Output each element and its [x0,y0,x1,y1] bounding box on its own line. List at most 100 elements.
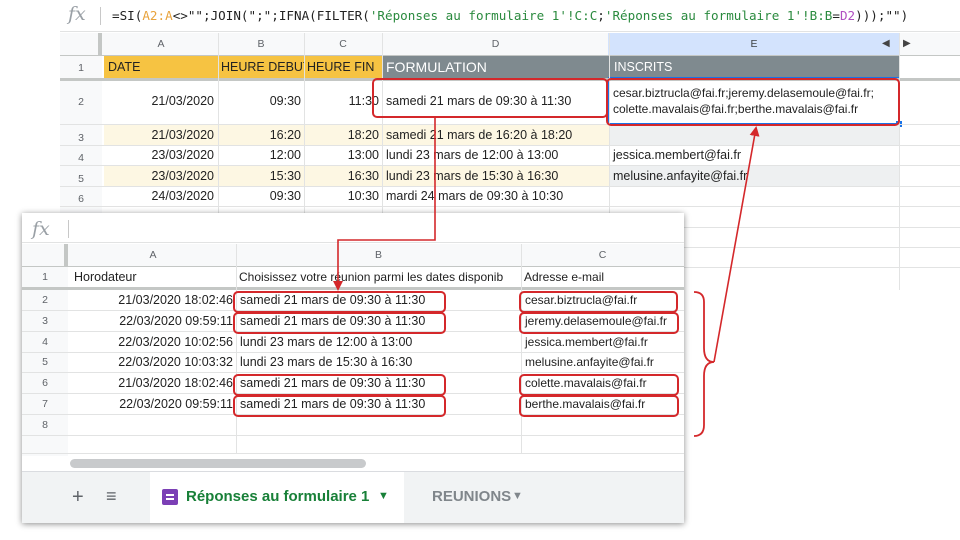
grid-line [60,186,960,187]
sheet-tab-bar: + ≡ Réponses au formulaire 1 ▼ REUNIONS … [22,471,684,523]
annotation-box-choice [233,374,446,396]
column-header-a[interactable]: A [70,249,236,263]
row-number[interactable]: 2 [60,96,102,110]
header-horodateur[interactable]: Horodateur [70,271,236,287]
responses-sheet: fx A B C 1 2 3 4 5 6 7 8 Horodateur Choi… [22,213,684,523]
all-sheets-icon[interactable]: ≡ [106,486,117,507]
header-choice[interactable]: Choisissez votre réunion parmi les dates… [236,271,521,287]
cell-timestamp[interactable]: 22/03/2020 10:03:32 [70,356,236,372]
chevron-down-icon[interactable]: ▼ [512,490,523,502]
grid-line [22,266,684,267]
cell-timestamp[interactable]: 21/03/2020 18:02:46 [70,377,236,393]
tab-reponses-formulaire[interactable]: Réponses au formulaire 1 ▼ [150,472,404,523]
column-header-e-label[interactable]: E [609,38,899,52]
cell-date[interactable]: 24/03/2020 [104,190,218,206]
grid-line [60,145,960,146]
column-header-b[interactable]: B [218,38,304,52]
grid-line [521,244,522,454]
cell-formulation[interactable]: samedi 21 mars de 16:20 à 18:20 [382,129,609,145]
formula-part: ; [597,8,605,23]
formula-part: =SI( [112,8,143,23]
cell-end[interactable]: 16:30 [304,170,382,186]
row-number[interactable]: 6 [22,377,68,391]
row-number[interactable]: 2 [22,294,68,308]
cell-end[interactable]: 10:30 [304,190,382,206]
cell-end[interactable]: 18:20 [304,129,382,145]
cell-end[interactable]: 11:30 [304,78,382,124]
cell-start[interactable]: 12:00 [218,149,304,165]
tab-reunions[interactable]: REUNIONS [432,488,511,505]
header-formulation[interactable]: FORMULATION [382,55,609,78]
add-sheet-icon[interactable]: + [72,486,84,509]
cell-timestamp[interactable]: 22/03/2020 09:59:11 [70,315,236,331]
cell-formulation[interactable]: lundi 23 mars de 12:00 à 13:00 [382,149,609,165]
cell-formulation[interactable]: lundi 23 mars de 15:30 à 16:30 [382,170,609,186]
row-number[interactable]: 5 [22,356,68,370]
header-email[interactable]: Adresse e-mail [521,271,684,287]
cell-choice[interactable]: lundi 23 mars de 15:30 à 16:30 [236,356,521,372]
row-number[interactable]: 3 [22,315,68,329]
horizontal-scrollbar[interactable] [70,459,366,468]
row-number[interactable]: 4 [22,336,68,350]
annotation-box-choice [233,312,446,334]
row-number[interactable]: 1 [22,271,68,285]
formula-bar-divider [100,7,101,25]
fx-icon: fx [68,3,86,25]
annotation-box-choice [233,395,446,417]
annotation-box-email [519,395,679,417]
scroll-left-icon[interactable]: ◀ [882,38,890,49]
cell-timestamp[interactable]: 22/03/2020 10:02:56 [70,336,236,352]
cell-timestamp[interactable]: 21/03/2020 18:02:46 [70,294,236,310]
cell-formulation[interactable]: mardi 24 mars de 09:30 à 10:30 [382,190,609,206]
cell-start[interactable]: 16:20 [218,129,304,145]
grid-line [22,435,684,436]
select-all-corner[interactable] [60,33,102,55]
cell-date[interactable]: 23/03/2020 [104,170,218,186]
cell-date[interactable]: 23/03/2020 [104,149,218,165]
chevron-down-icon[interactable]: ▼ [378,490,389,502]
row-number[interactable]: 4 [60,152,102,166]
row-number[interactable]: 1 [60,62,102,76]
cell-email[interactable]: jessica.membert@fai.fr [521,336,684,352]
header-end[interactable]: HEURE FIN [304,55,382,78]
grid-line [22,352,684,353]
cell-start[interactable]: 15:30 [218,170,304,186]
scroll-right-icon[interactable]: ▶ [903,38,911,49]
formula-input[interactable]: =SI(A2:A<>"";JOIN(";";IFNA(FILTER('Répon… [112,8,908,23]
row-number[interactable]: 8 [22,419,68,433]
grid-line [684,247,960,248]
grid-line [22,372,684,373]
grid-line [22,453,684,454]
cell-choice[interactable]: lundi 23 mars de 12:00 à 13:00 [236,336,521,352]
grid-line [304,33,305,213]
row-number[interactable]: 5 [60,173,102,187]
column-header-a[interactable]: A [104,38,218,52]
annotation-box-choice [233,291,446,313]
cell-timestamp[interactable]: 22/03/2020 09:59:11 [70,398,236,414]
formula-bar: fx [22,213,684,243]
cell-inscrits[interactable]: melusine.anfayite@fai.fr [609,170,899,186]
row-number[interactable]: 3 [60,132,102,146]
grid-line [60,206,960,207]
column-header-c[interactable]: C [521,249,684,263]
cell-inscrits[interactable] [609,124,899,145]
grid-line [218,33,219,213]
column-header-c[interactable]: C [304,38,382,52]
cell-start[interactable]: 09:30 [218,190,304,206]
header-start[interactable]: HEURE DEBUT [218,55,304,78]
cell-start[interactable]: 09:30 [218,78,304,124]
cell-end[interactable]: 13:00 [304,149,382,165]
cell-date[interactable]: 21/03/2020 [104,129,218,145]
cell-inscrits[interactable]: jessica.membert@fai.fr [609,149,899,165]
header-date[interactable]: DATE [104,55,218,78]
header-inscrits[interactable]: INSCRITS [609,55,899,78]
annotation-box-formulation [372,78,608,118]
cell-email[interactable]: melusine.anfayite@fai.fr [521,356,684,372]
formula-cell-ref: D2 [839,8,856,23]
column-header-b[interactable]: B [236,249,521,263]
row-number[interactable]: 6 [60,193,102,207]
select-all-corner[interactable] [22,244,68,266]
column-header-d[interactable]: D [382,38,609,52]
row-number[interactable]: 7 [22,398,68,412]
cell-date[interactable]: 21/03/2020 [104,78,218,124]
